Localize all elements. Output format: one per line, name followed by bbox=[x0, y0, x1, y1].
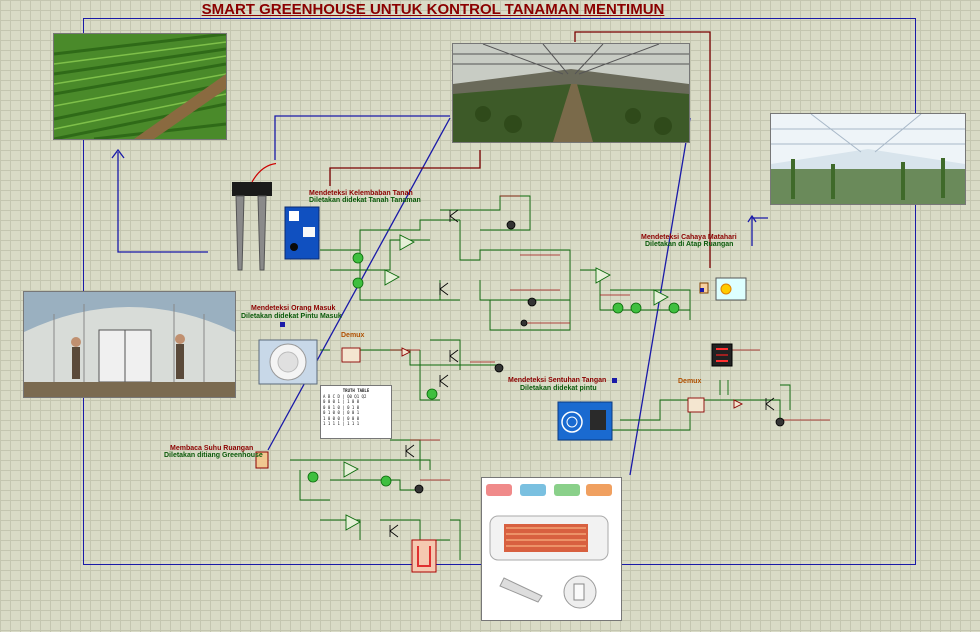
person-sensor-location: Diletakan didekat Pintu Masuk bbox=[241, 313, 342, 320]
greenhouse-roof-photo bbox=[770, 113, 966, 205]
person-sensor-label: Mendeteksi Orang Masuk bbox=[251, 305, 336, 312]
pir-motion-sensor-icon bbox=[258, 339, 318, 385]
greenhouse-door-photo bbox=[23, 291, 236, 398]
light-sensor-location: Diletakan di Atap Ruangan bbox=[645, 241, 734, 248]
demux-label: Demux bbox=[341, 332, 365, 339]
greenhouse-interior-photo bbox=[452, 43, 690, 143]
cucumber-field-photo bbox=[53, 33, 227, 140]
heater-device-photo bbox=[481, 477, 622, 621]
soil-moisture-sensor-icon bbox=[232, 163, 276, 271]
temp-sensor-location: Diletakan ditiang Greenhouse bbox=[164, 452, 263, 459]
truth-table: TRUTH TABLE A B C D | Q0 Q1 Q2 0 0 0 1 |… bbox=[320, 385, 392, 439]
soil-sensor-location: Diletakan didekat Tanah Tanaman bbox=[309, 197, 421, 204]
touch-sensor-location: Diletakan didekat pintu bbox=[520, 385, 597, 392]
demux-label: Demux bbox=[678, 378, 702, 385]
touch-sensor-icon bbox=[557, 401, 613, 441]
touch-sensor-label: Mendeteksi Sentuhan Tangan bbox=[508, 377, 607, 384]
soil-sensor-module-icon bbox=[284, 206, 320, 260]
